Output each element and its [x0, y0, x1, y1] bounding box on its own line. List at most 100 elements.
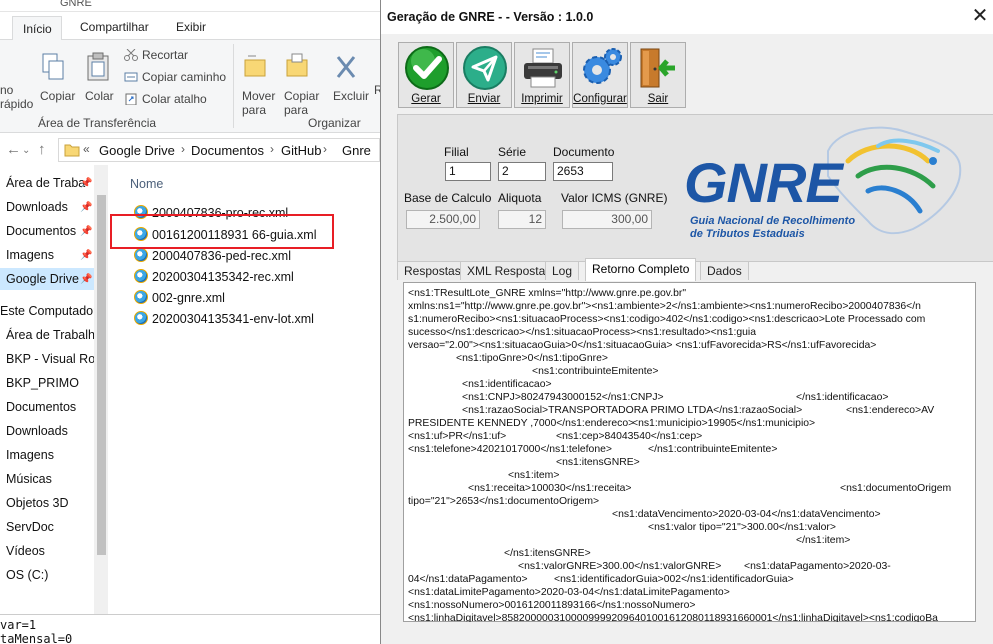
- xml-line: </ns1:identificacao>: [796, 392, 889, 403]
- copy-button[interactable]: Copiar: [40, 52, 75, 103]
- xml-line: versao="2.00"><ns1:situacaoGuia>0</ns1:s…: [408, 340, 877, 351]
- nav-item-area-de-trabalho-pc[interactable]: Área de Trabalho: [6, 328, 102, 342]
- nav-item-area-de-trabalho[interactable]: Área de Traba: [6, 176, 85, 190]
- serie-input[interactable]: 2: [498, 162, 546, 181]
- address-bar[interactable]: « Google Drive › Documentos › GitHub › G…: [58, 138, 380, 162]
- paste-button[interactable]: Colar: [85, 52, 114, 103]
- nav-item-imagens[interactable]: Imagens: [6, 248, 54, 262]
- send-paper-plane-icon: [463, 46, 507, 90]
- copy-label: Copiar: [40, 89, 76, 103]
- retorno-completo-textarea[interactable]: <ns1:TResultLote_GNRE xmlns="http://www.…: [403, 282, 977, 623]
- column-header-name[interactable]: Nome: [130, 177, 163, 191]
- breadcrumb-gnre[interactable]: Gnre: [342, 143, 371, 158]
- back-arrow-icon[interactable]: ←: [6, 141, 21, 158]
- file-item[interactable]: 002-gnre.xml: [134, 290, 225, 305]
- breadcrumb-google-drive[interactable]: Google Drive: [99, 143, 175, 158]
- xml-file-icon: [134, 269, 148, 283]
- copy-to-icon: [286, 53, 308, 77]
- breadcrumb-github[interactable]: GitHub: [281, 143, 321, 158]
- file-name: 2000407836-ped-rec.xml: [152, 249, 291, 263]
- filial-input[interactable]: 1: [445, 162, 491, 181]
- xml-line: <ns1:valor tipo="21">300.00</ns1:valor>: [648, 522, 836, 533]
- form-panel: Filial 1 Série 2 Documento 2653 Base de …: [397, 114, 993, 262]
- nav-item-videos[interactable]: Vídeos: [6, 544, 45, 558]
- gerar-button[interactable]: Gerar: [398, 42, 454, 108]
- file-item[interactable]: 20200304135341-env-lot.xml: [134, 311, 314, 326]
- nav-item-este-computador[interactable]: Este Computador: [0, 304, 97, 318]
- nav-item-downloads[interactable]: Downloads: [6, 200, 68, 214]
- tab-exibir[interactable]: Exibir: [176, 20, 206, 34]
- xml-line: <ns1:TResultLote_GNRE xmlns="http://www.…: [408, 288, 687, 299]
- nav-scrollbar-thumb[interactable]: [97, 195, 106, 555]
- result-tabs: Respostas XML Respostas Log Retorno Comp…: [397, 258, 993, 281]
- file-item[interactable]: 20200304135342-rec.xml: [134, 269, 294, 284]
- tab-log[interactable]: Log: [545, 261, 580, 280]
- imprimir-button[interactable]: Imprimir: [514, 42, 570, 108]
- breadcrumb-documentos[interactable]: Documentos: [191, 143, 264, 158]
- xml-response-text: <ns1:TResultLote_GNRE xmlns="http://www.…: [404, 285, 977, 623]
- xml-file-icon: [134, 248, 148, 262]
- file-item[interactable]: 2000407836-ped-rec.xml: [134, 248, 291, 263]
- pin-quick-access-label-1[interactable]: no: [0, 83, 13, 97]
- explorer-title: GNRE: [60, 0, 92, 9]
- pin-quick-access-label-2[interactable]: rápido: [0, 97, 33, 111]
- file-name: 20200304135342-rec.xml: [152, 270, 294, 284]
- breadcrumb-overflow[interactable]: «: [83, 142, 90, 156]
- imprimir-label: Imprimir: [521, 93, 563, 105]
- cut-button[interactable]: Recortar: [124, 48, 188, 62]
- tab-dados[interactable]: Dados: [700, 261, 749, 280]
- window-bottom-edge: [381, 622, 993, 644]
- nav-item-os-c[interactable]: OS (C:): [6, 568, 48, 582]
- file-explorer-window: GNRE Início Compartilhar Exibir no rápid…: [0, 0, 380, 644]
- nav-item-musicas[interactable]: Músicas: [6, 472, 52, 486]
- close-button[interactable]: ✕: [969, 6, 991, 27]
- paste-shortcut-label: Colar atalho: [142, 92, 207, 106]
- delete-icon: [336, 56, 356, 78]
- tab-xml-respostas[interactable]: XML Respostas: [460, 261, 559, 280]
- nav-item-servdoc[interactable]: ServDoc: [6, 520, 54, 534]
- nav-item-documentos-pc[interactable]: Documentos: [6, 400, 76, 414]
- xml-line: sucesso</ns1:descricao></ns1:situacaoPro…: [408, 327, 757, 338]
- copy-to-button[interactable]: Copiar para: [284, 52, 319, 117]
- delete-button[interactable]: Excluir: [333, 52, 369, 103]
- enviar-button[interactable]: Enviar: [456, 42, 512, 108]
- move-to-label-2: para: [242, 103, 267, 117]
- nav-item-bkp-primo[interactable]: BKP_PRIMO: [6, 376, 79, 390]
- pin-icon: 📌: [80, 250, 93, 261]
- tab-inicio[interactable]: Início: [12, 16, 62, 41]
- nav-item-imagens-pc[interactable]: Imagens: [6, 448, 54, 462]
- gnre-titlebar: Geração de GNRE - - Versão : 1.0.0 ✕: [381, 0, 993, 34]
- tab-compartilhar[interactable]: Compartilhar: [80, 20, 149, 34]
- tab-respostas[interactable]: Respostas: [397, 261, 468, 280]
- move-to-label-1: Mover: [242, 89, 276, 103]
- pin-icon: 📌: [80, 178, 93, 189]
- configurar-button[interactable]: Configurar: [572, 42, 628, 108]
- copy-path-button[interactable]: Copiar caminho: [124, 70, 226, 84]
- xml-line: <ns1:item>: [508, 470, 560, 481]
- nav-item-downloads-pc[interactable]: Downloads: [6, 424, 68, 438]
- ribbon: no rápido Copiar Colar Recortar Copiar c…: [0, 40, 380, 133]
- nav-item-bkp-visual-rod[interactable]: BKP - Visual Rod: [6, 352, 102, 366]
- nav-item-documentos[interactable]: Documentos: [6, 224, 76, 238]
- sair-button[interactable]: Sair: [630, 42, 686, 108]
- gnre-logo: GNRE Guia Nacional de Recolhimento de Tr…: [678, 119, 978, 259]
- sair-label: Sair: [647, 93, 669, 105]
- move-to-button[interactable]: Mover para: [242, 52, 275, 117]
- pin-icon: 📌: [80, 202, 93, 213]
- paste-shortcut-button[interactable]: Colar atalho: [124, 92, 207, 106]
- tab-retorno-completo[interactable]: Retorno Completo: [585, 258, 697, 281]
- navigation-pane: Área de Traba 📌 Downloads 📌 Documentos 📌…: [0, 165, 108, 615]
- cut-label: Recortar: [142, 48, 189, 62]
- recent-chevron-down-icon[interactable]: ⌄: [22, 145, 30, 156]
- valor-icms-label: Valor ICMS (GNRE): [561, 191, 668, 205]
- nav-item-google-drive[interactable]: Google Drive: [6, 272, 79, 286]
- xml-file-icon: [134, 290, 148, 304]
- nav-item-objetos-3d[interactable]: Objetos 3D: [6, 496, 69, 510]
- xml-line: <ns1:cep>84043540</ns1:cep>: [556, 431, 703, 442]
- ribbon-tabs: Início Compartilhar Exibir: [0, 12, 380, 41]
- up-arrow-icon[interactable]: ↑: [38, 141, 46, 158]
- window-title: Geração de GNRE - - Versão : 1.0.0: [387, 10, 594, 24]
- xml-line: PRESIDENTE KENNEDY ,7000</ns1:endereco>: [408, 418, 635, 429]
- documento-input[interactable]: 2653: [553, 162, 613, 181]
- file-name: 20200304135341-env-lot.xml: [152, 312, 314, 326]
